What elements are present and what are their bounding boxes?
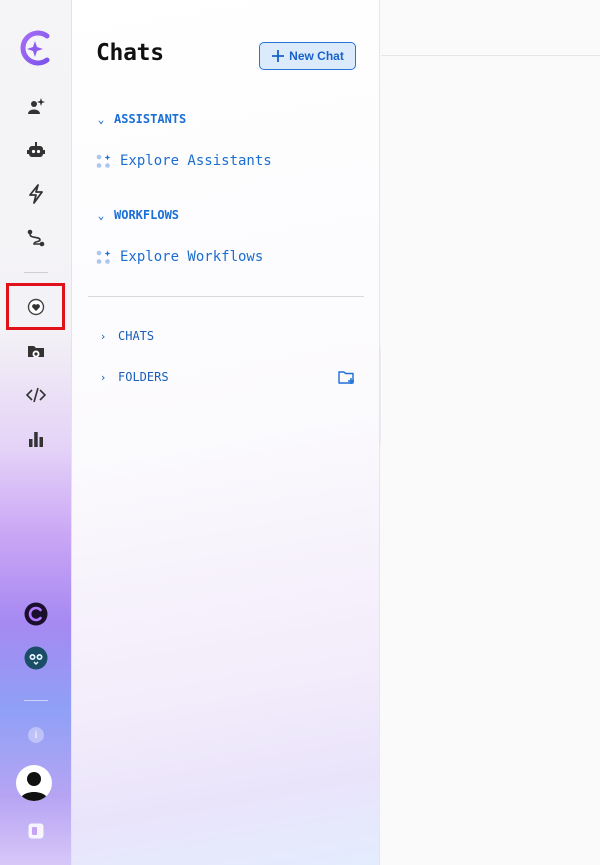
chevron-right-icon: › [99,329,107,343]
plus-icon [272,50,285,62]
rail-divider [24,272,48,273]
grid-sparkle-icon [96,250,111,264]
chats-label: CHATS [118,329,155,343]
explore-workflows-link[interactable]: Explore Workflows [96,249,263,265]
docs-icon[interactable] [0,809,72,853]
main-area [381,0,600,865]
add-folder-button[interactable] [338,369,356,389]
folders-label: FOLDERS [118,370,169,384]
rail-divider [24,700,48,701]
folder-share-icon[interactable] [0,329,72,373]
selection-highlight [6,283,65,330]
code-icon[interactable] [0,373,72,417]
icon-rail: i [0,0,72,865]
page-title: Chats [96,40,164,66]
chevron-down-icon: ⌄ [97,208,105,222]
chevron-down-icon: ⌄ [97,112,105,126]
new-chat-label: New Chat [289,49,344,63]
assistant-add-icon[interactable] [0,84,72,128]
robot-icon[interactable] [0,128,72,172]
new-chat-button[interactable]: New Chat [259,42,356,70]
chats-section-toggle[interactable]: › CHATS [98,329,154,343]
chats-panel: Chats New Chat ⌄ ASSISTANTS Explore Assi… [72,0,380,865]
workflows-section-toggle[interactable]: ⌄ WORKFLOWS [96,208,179,222]
avatar[interactable] [16,765,52,801]
folders-section-toggle[interactable]: › FOLDERS [98,370,169,384]
assistants-section-toggle[interactable]: ⌄ ASSISTANTS [96,112,187,126]
workflow-icon[interactable] [0,216,72,260]
explore-assistants-label: Explore Assistants [120,153,272,169]
explore-workflows-label: Explore Workflows [120,249,264,265]
explore-assistants-link[interactable]: Explore Assistants [96,153,272,169]
panel-divider [88,296,364,297]
info-icon[interactable]: i [0,713,72,757]
grid-sparkle-icon [96,154,111,168]
main-header [381,0,600,56]
folder-plus-icon [338,371,354,384]
chevron-right-icon: › [99,370,107,384]
logo-icon[interactable] [0,26,72,70]
app-owl-icon[interactable] [0,636,72,680]
app-c-icon[interactable] [0,592,72,636]
assistants-label: ASSISTANTS [114,112,187,126]
workflows-label: WORKFLOWS [114,208,180,222]
lightning-icon[interactable] [0,172,72,216]
bar-chart-icon[interactable] [0,417,72,461]
